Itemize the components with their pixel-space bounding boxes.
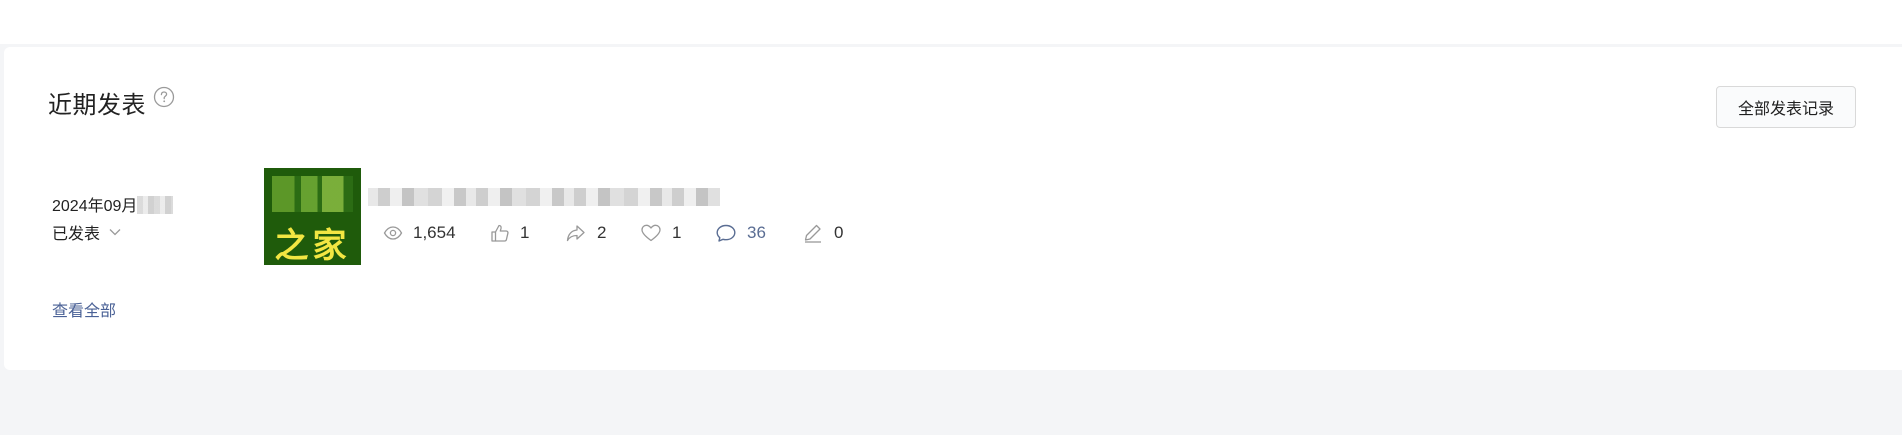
view-all-link[interactable]: 查看全部 xyxy=(52,297,116,321)
edits-count: 0 xyxy=(834,223,844,242)
chevron-down-icon xyxy=(109,229,121,236)
top-strip xyxy=(0,0,1902,44)
status-label: 已发表 xyxy=(52,226,101,243)
thumbs-up-icon xyxy=(491,224,509,242)
comments-count: 36 xyxy=(747,223,766,242)
post-title-redacted[interactable] xyxy=(368,188,720,206)
post-date-text: 2024年09月 xyxy=(52,198,138,215)
redacted-date-day xyxy=(137,196,174,214)
post-thumbnail[interactable]: 之家 xyxy=(264,168,361,265)
help-icon[interactable] xyxy=(153,86,175,108)
favorites-count: 1 xyxy=(672,223,682,242)
post-stats: 1,654 1 2 1 36 0 xyxy=(383,223,862,243)
pencil-icon xyxy=(804,224,821,243)
heart-icon xyxy=(641,224,661,242)
status-dropdown[interactable]: 已发表 xyxy=(52,220,122,244)
shares-stat[interactable]: 2 xyxy=(565,223,640,243)
section-title: 近期发表 xyxy=(48,92,146,119)
edits-stat[interactable]: 0 xyxy=(802,223,862,243)
views-stat: 1,654 xyxy=(383,223,490,243)
all-records-button[interactable]: 全部发表记录 xyxy=(1716,86,1856,128)
favorites-stat[interactable]: 1 xyxy=(640,223,715,243)
thumbnail-text: 之家 xyxy=(274,226,351,265)
share-arrow-icon xyxy=(566,225,585,242)
likes-stat[interactable]: 1 xyxy=(490,223,565,243)
eye-icon xyxy=(383,226,403,240)
shares-count: 2 xyxy=(597,223,607,242)
comments-stat[interactable]: 36 xyxy=(715,223,802,243)
comment-bubble-icon xyxy=(716,224,736,242)
likes-count: 1 xyxy=(520,223,530,242)
thumbnail-redacted-area xyxy=(272,176,353,212)
views-count: 1,654 xyxy=(413,223,456,242)
post-date: 2024年09月 xyxy=(52,192,174,216)
